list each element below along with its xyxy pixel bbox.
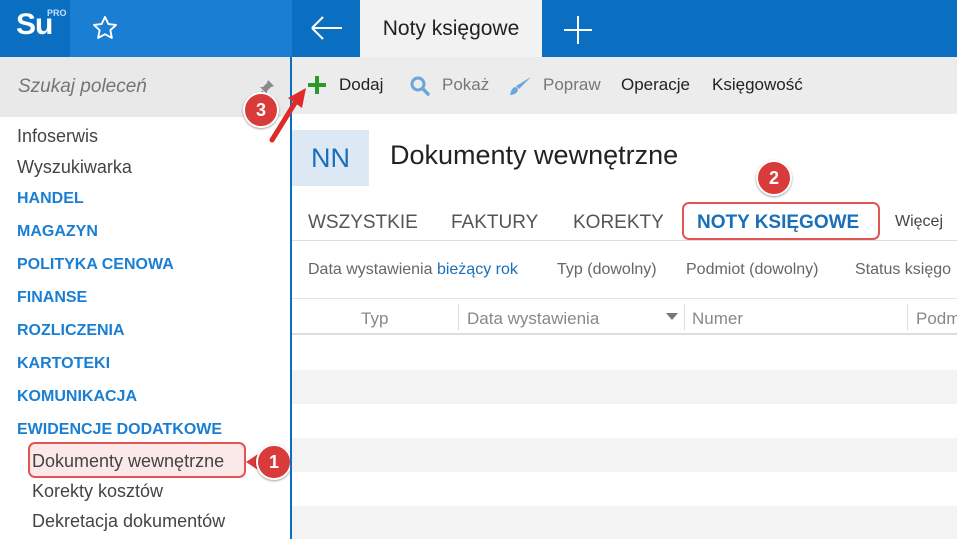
- filter-date[interactable]: Data wystawienia bieżący rok: [308, 261, 518, 279]
- plus-icon[interactable]: [560, 12, 596, 48]
- edit-button[interactable]: Popraw: [543, 75, 601, 95]
- app-logo-superscript: PRO: [47, 8, 67, 18]
- annotation-badge-1: 1: [256, 444, 292, 480]
- filter-type[interactable]: Typ (dowolny): [557, 261, 657, 279]
- sidebar-item-dekretacja-dokumentow[interactable]: Dekretacja dokumentów: [32, 511, 225, 532]
- column-separator[interactable]: [907, 304, 908, 330]
- sidebar-section-kartoteki[interactable]: KARTOTEKI: [17, 355, 110, 373]
- command-search-input[interactable]: [10, 70, 266, 104]
- column-header-numer[interactable]: Numer: [692, 309, 743, 329]
- page-title: Dokumenty wewnętrzne: [390, 140, 679, 170]
- table-row[interactable]: [292, 404, 957, 438]
- column-separator[interactable]: [684, 304, 685, 330]
- operations-menu[interactable]: Operacje: [621, 75, 690, 95]
- table-row[interactable]: [292, 336, 957, 370]
- filter-status[interactable]: Status księgo: [855, 261, 957, 279]
- arrow-left-icon: [311, 16, 342, 40]
- chevron-down-icon[interactable]: [666, 313, 678, 321]
- back-button[interactable]: [292, 0, 360, 57]
- sidebar-section-magazyn[interactable]: MAGAZYN: [17, 223, 98, 241]
- sidebar-section-polityka-cenowa[interactable]: POLITYKA CENOWA: [17, 256, 174, 274]
- tab-faktury[interactable]: FAKTURY: [451, 212, 538, 234]
- sidebar-section-handel[interactable]: HANDEL: [17, 190, 84, 208]
- magnifier-icon[interactable]: [409, 75, 431, 97]
- star-icon[interactable]: [91, 14, 119, 42]
- filter-date-label: Data wystawienia: [308, 261, 433, 278]
- sidebar-item-wyszukiwarka[interactable]: Wyszukiwarka: [17, 157, 132, 178]
- table-row[interactable]: [292, 370, 957, 404]
- sidebar-item-dokumenty-wewnetrzne[interactable]: Dokumenty wewnętrzne: [32, 451, 224, 472]
- annotation-badge-3: 3: [243, 92, 279, 128]
- add-button[interactable]: Dodaj: [339, 75, 383, 95]
- filter-subject[interactable]: Podmiot (dowolny): [686, 261, 819, 279]
- column-header-data-wystawienia[interactable]: Data wystawienia: [467, 309, 599, 329]
- accounting-menu[interactable]: Księgowość: [712, 75, 803, 95]
- sidebar-section-ewidencje-dodatkowe[interactable]: EWIDENCJE DODATKOWE: [17, 421, 222, 439]
- tab-korekty[interactable]: KOREKTY: [573, 212, 664, 234]
- column-header-typ[interactable]: Typ: [361, 309, 388, 329]
- brush-icon[interactable]: [509, 75, 533, 97]
- tab-wszystkie[interactable]: WSZYSTKIE: [308, 212, 418, 234]
- sidebar-section-rozliczenia[interactable]: ROZLICZENIA: [17, 322, 125, 340]
- sidebar-item-infoserwis[interactable]: Infoserwis: [17, 126, 98, 147]
- column-header-podmiot[interactable]: Podm: [916, 309, 957, 329]
- table-row[interactable]: [292, 506, 957, 539]
- column-separator[interactable]: [458, 304, 459, 330]
- show-button[interactable]: Pokaż: [442, 75, 489, 95]
- tab-noty-ksiegowe-selected[interactable]: NOTY KSIĘGOWE: [697, 212, 859, 234]
- grid-header: [292, 298, 957, 335]
- filter-date-value[interactable]: bieżący rok: [437, 261, 518, 278]
- tab-more[interactable]: Więcej: [895, 213, 943, 231]
- table-row[interactable]: [292, 438, 957, 472]
- annotation-badge-2: 2: [756, 160, 792, 196]
- sidebar-section-finanse[interactable]: FINANSE: [17, 289, 87, 307]
- sidebar-section-komunikacja[interactable]: KOMUNIKACJA: [17, 388, 137, 406]
- sidebar-item-korekty-kosztow[interactable]: Korekty kosztów: [32, 481, 163, 502]
- tab-noty-ksiegowe[interactable]: Noty księgowe: [360, 0, 542, 57]
- table-row[interactable]: [292, 472, 957, 506]
- document-type-abbr: NN: [292, 130, 369, 186]
